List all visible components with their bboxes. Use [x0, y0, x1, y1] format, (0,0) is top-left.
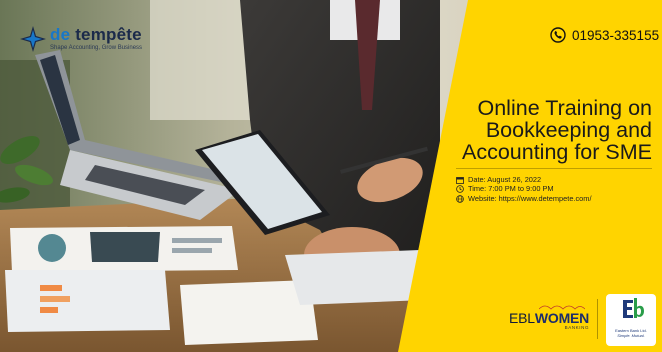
event-details: Date: August 26, 2022 Time: 7:00 PM to 9… — [456, 175, 592, 203]
phone-number: 01953-335155 — [572, 27, 660, 43]
compass-star-icon — [20, 26, 46, 52]
event-time: Time: 7:00 PM to 9:00 PM — [456, 184, 592, 193]
event-title-line: Online Training on — [477, 96, 653, 120]
event-date: Date: August 26, 2022 — [456, 175, 592, 184]
title-divider — [456, 168, 652, 169]
event-website-link[interactable]: Website: https://www.detempete.com/ — [468, 194, 592, 203]
event-title-line: Accounting for SME — [461, 140, 652, 164]
event-time-text: Time: 7:00 PM to 9:00 PM — [468, 184, 554, 194]
brand-tagline: Shape Accounting, Grow Business — [50, 45, 143, 51]
clock-icon — [456, 185, 464, 193]
event-title: Online Training on Bookkeeping and Accou… — [422, 97, 652, 163]
event-date-text: Date: August 26, 2022 — [468, 175, 542, 184]
promo-banner: de tempête Shape Accounting, Grow Busine… — [0, 0, 662, 352]
calendar-icon — [456, 176, 464, 184]
partner-divider — [597, 299, 598, 339]
contact-phone[interactable]: 01953-335155 — [550, 27, 659, 43]
ebl-women-logo[interactable]: EBLWOMEN BANKING — [509, 305, 590, 330]
eastern-bank-emblem-icon — [623, 298, 644, 318]
eastern-bank-logo[interactable] — [606, 294, 656, 346]
event-title-line: Bookkeeping and — [485, 118, 652, 142]
eastern-bank-text: Eastern Bank Ltd. Simple. Mutual. — [606, 328, 656, 338]
brand-name: de tempête — [50, 25, 142, 44]
brand-logo[interactable]: de tempête Shape Accounting, Grow Busine… — [20, 26, 142, 52]
globe-icon — [456, 194, 464, 203]
eastern-bank-slogan: Simple. Mutual. — [617, 333, 645, 338]
event-website[interactable]: Website: https://www.detempete.com/ — [456, 194, 592, 203]
phone-icon — [550, 27, 566, 43]
ornament-icon — [539, 305, 585, 310]
ebl-women-wordmark: EBLWOMEN — [509, 310, 590, 326]
